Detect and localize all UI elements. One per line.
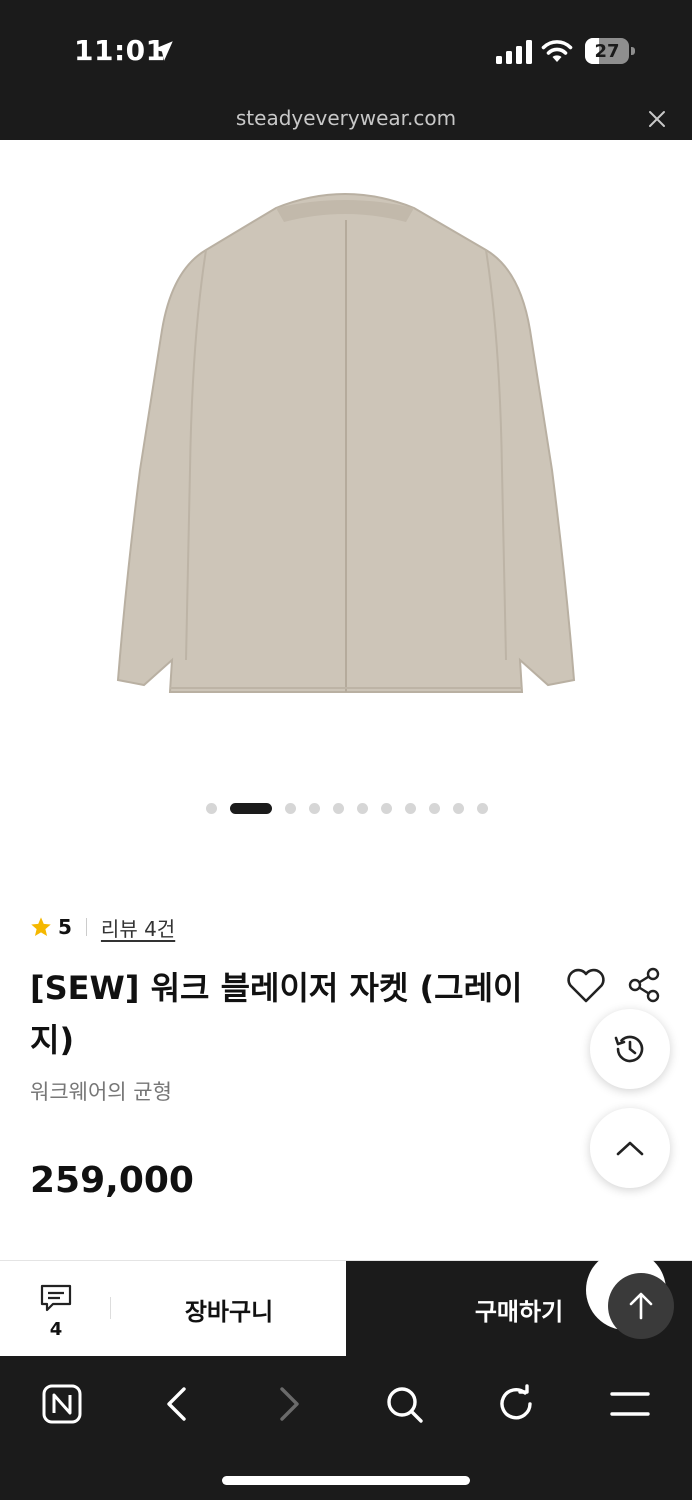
close-icon[interactable]: [646, 108, 668, 130]
forward-icon[interactable]: [266, 1380, 314, 1428]
heart-icon[interactable]: [566, 968, 606, 1004]
scroll-top-button[interactable]: [590, 1108, 670, 1188]
cart-button[interactable]: 장바구니: [112, 1261, 346, 1357]
carousel-dot[interactable]: [429, 802, 440, 814]
location-arrow-icon: [153, 41, 173, 61]
arrow-up-icon: [629, 1292, 653, 1320]
scroll-up-floating-button[interactable]: [608, 1273, 674, 1339]
naver-n-icon[interactable]: [38, 1380, 86, 1428]
carousel-dot[interactable]: [309, 802, 320, 814]
wifi-icon: [541, 40, 573, 62]
recent-history-button[interactable]: [590, 1009, 670, 1089]
menu-icon[interactable]: [606, 1380, 654, 1428]
carousel-dot[interactable]: [405, 802, 416, 814]
status-bar: 11:01 27: [0, 0, 692, 100]
carousel-dot-active[interactable]: [230, 802, 272, 814]
history-icon: [614, 1035, 644, 1063]
chevron-up-icon: [616, 1141, 644, 1156]
chat-icon: [40, 1284, 72, 1312]
search-icon[interactable]: [380, 1380, 428, 1428]
cellular-signal-icon: [496, 40, 532, 64]
product-image[interactable]: [0, 140, 692, 780]
refresh-icon[interactable]: [492, 1380, 540, 1428]
back-icon[interactable]: [152, 1380, 200, 1428]
carousel-indicator[interactable]: [0, 800, 692, 816]
divider: [85, 918, 87, 936]
product-subtitle: 워크웨어의 균형: [30, 1080, 172, 1104]
divider: [110, 1297, 111, 1319]
product-price: 259,000: [30, 1160, 194, 1201]
url-text[interactable]: steadyeverywear.com: [0, 106, 692, 130]
url-bar: steadyeverywear.com: [0, 100, 692, 140]
battery-level: 27: [594, 41, 620, 62]
rating-row: 5 리뷰 4건: [30, 912, 175, 942]
carousel-dot[interactable]: [381, 802, 392, 814]
chat-count: 4: [49, 1319, 63, 1340]
reviews-chat-button[interactable]: 4: [20, 1279, 92, 1345]
jacket-image: [116, 193, 576, 693]
carousel-dot[interactable]: [333, 802, 344, 814]
carousel-dot[interactable]: [453, 802, 464, 814]
rating-value: 5: [58, 915, 72, 939]
reviews-link[interactable]: 리뷰 4건: [101, 913, 175, 942]
star-icon: [31, 917, 51, 936]
home-indicator: [222, 1476, 470, 1485]
carousel-dot[interactable]: [206, 802, 217, 814]
carousel-dot[interactable]: [285, 802, 296, 814]
product-title: [SEW] 워크 블레이저 자켓 (그레이지): [30, 969, 523, 1059]
share-icon[interactable]: [626, 966, 662, 1004]
carousel-dot[interactable]: [477, 802, 488, 814]
battery-icon: 27: [585, 38, 635, 64]
carousel-dot[interactable]: [357, 802, 368, 814]
